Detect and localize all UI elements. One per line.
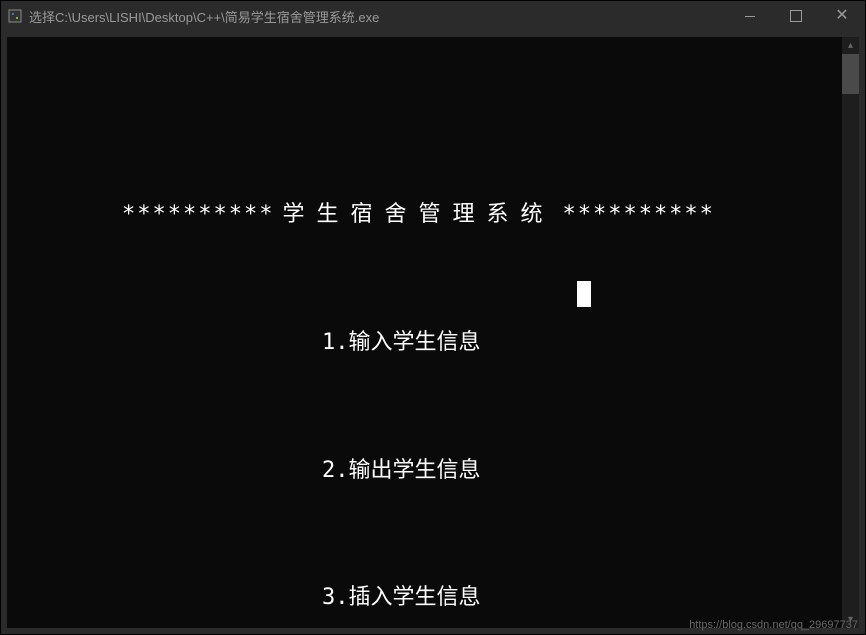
window-title: 选择C:\Users\LISHI\Desktop\C++\简易学生宿舍管理系统.…	[29, 7, 727, 26]
maximize-button[interactable]	[773, 1, 819, 31]
scroll-up-icon[interactable]: ▴	[842, 37, 859, 54]
menu-item-2: 2.输出学生信息	[7, 453, 859, 488]
menu-item-3: 3.插入学生信息	[7, 580, 859, 615]
watermark: https://blog.csdn.net/qq_29697737	[689, 619, 858, 631]
scrollbar-thumb[interactable]	[842, 54, 859, 94]
app-icon	[7, 8, 23, 24]
console-window: 选择C:\Users\LISHI\Desktop\C++\简易学生宿舍管理系统.…	[0, 0, 866, 635]
stars-right: **********	[562, 202, 714, 227]
minimize-button[interactable]	[727, 1, 773, 31]
menu-header: ********** 学生宿舍管理系统 **********	[7, 197, 859, 232]
header-title: 学生宿舍管理系统	[282, 202, 554, 227]
console-content: ********** 学生宿舍管理系统 ********** 1.输入学生信息 2.…	[7, 37, 859, 628]
stars-left: **********	[122, 202, 274, 227]
menu-item-1: 1.输入学生信息	[7, 325, 859, 360]
titlebar[interactable]: 选择C:\Users\LISHI\Desktop\C++\简易学生宿舍管理系统.…	[1, 1, 865, 31]
vertical-scrollbar[interactable]: ▴ ▾	[842, 37, 859, 628]
text-cursor	[577, 281, 591, 307]
close-button[interactable]: ✕	[819, 1, 865, 31]
window-controls: ✕	[727, 1, 865, 31]
console-area[interactable]: ********** 学生宿舍管理系统 ********** 1.输入学生信息 2.…	[7, 37, 859, 628]
